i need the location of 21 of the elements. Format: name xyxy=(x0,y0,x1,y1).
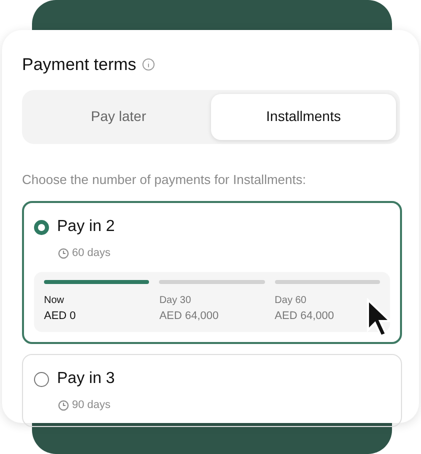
panel-title: Payment terms xyxy=(22,54,136,76)
payment-amount: AED 64,000 xyxy=(159,308,220,324)
instruction-text: Choose the number of payments for Installments: xyxy=(22,170,307,189)
radio-button[interactable] xyxy=(34,372,49,386)
option-label: Pay in 2 xyxy=(57,217,115,237)
payment-option[interactable]: Pay in 3 90 days xyxy=(22,354,402,426)
payment-date: Now xyxy=(44,294,66,308)
payment-amount: AED 64,000 xyxy=(274,308,335,324)
radio-button[interactable] xyxy=(34,220,49,234)
info-icon[interactable] xyxy=(142,58,156,72)
option-label: Pay in 3 xyxy=(57,369,115,389)
payment-date: Day 30 xyxy=(159,294,192,308)
clock-icon xyxy=(58,248,69,259)
payment-date: Day 60 xyxy=(274,294,308,308)
duration-text: 60 days xyxy=(72,246,111,261)
duration-text: 90 days xyxy=(72,398,111,413)
tab[interactable]: Pay later xyxy=(26,94,211,140)
payment-option[interactable]: Pay in 2 60 days Now AED 0 Day 30 AED 64,000 Day 60 AED 64,000 xyxy=(22,201,402,344)
tab[interactable]: Installments xyxy=(211,94,396,140)
clock-icon xyxy=(58,400,69,411)
payment-amount: AED 0 xyxy=(44,308,77,324)
